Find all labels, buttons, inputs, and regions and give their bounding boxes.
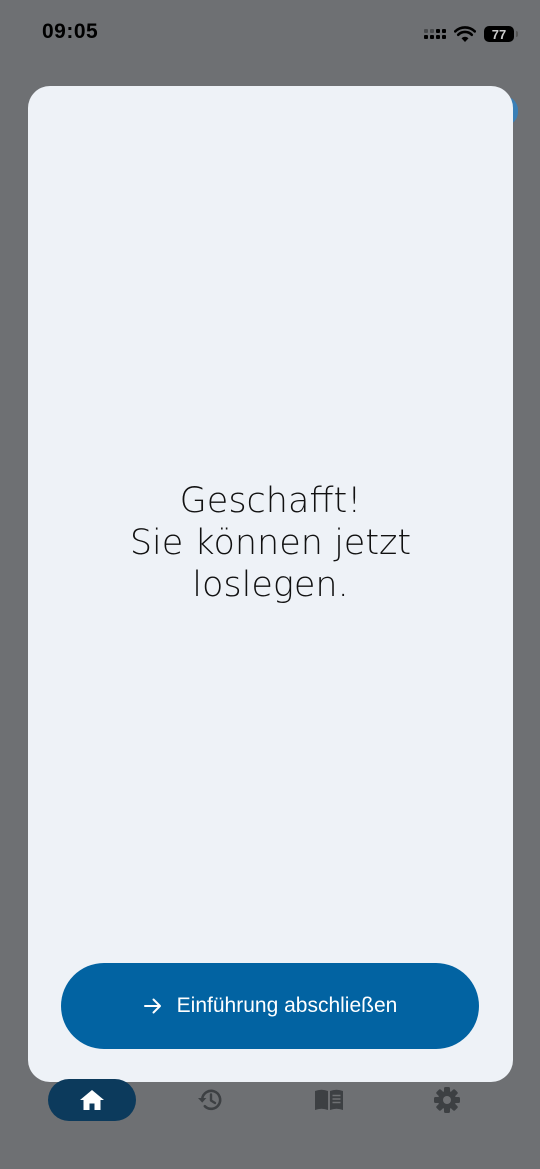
message-line-2: Sie können jetzt bbox=[129, 523, 412, 563]
status-bar: 09:05 77 bbox=[0, 0, 540, 70]
completion-dialog: Geschafft! Sie können jetzt loslegen. Ei… bbox=[28, 86, 513, 1082]
status-icons: 77 bbox=[424, 22, 518, 46]
nav-settings[interactable] bbox=[403, 1079, 491, 1121]
message-line-3: loslegen. bbox=[192, 565, 349, 605]
bottom-navigation bbox=[0, 1075, 540, 1125]
finish-intro-button[interactable]: Einführung abschließen bbox=[61, 963, 479, 1049]
battery-level: 77 bbox=[491, 26, 507, 42]
arrow-right-icon bbox=[143, 998, 161, 1014]
book-icon bbox=[315, 1089, 343, 1110]
message-line-1: Geschafft! bbox=[179, 481, 362, 521]
nav-home[interactable] bbox=[48, 1079, 136, 1121]
home-icon bbox=[80, 1090, 104, 1110]
history-icon bbox=[198, 1089, 222, 1111]
nav-history[interactable] bbox=[166, 1079, 254, 1121]
battery-icon: 77 bbox=[484, 26, 518, 42]
nav-book[interactable] bbox=[285, 1079, 373, 1121]
wifi-icon bbox=[454, 25, 476, 42]
completion-message: Geschafft! Sie können jetzt loslegen. bbox=[28, 480, 513, 606]
finish-intro-label: Einführung abschließen bbox=[176, 994, 398, 1017]
cellular-signal-icon bbox=[424, 29, 446, 39]
settings-icon bbox=[434, 1087, 460, 1113]
status-time: 09:05 bbox=[42, 20, 99, 43]
